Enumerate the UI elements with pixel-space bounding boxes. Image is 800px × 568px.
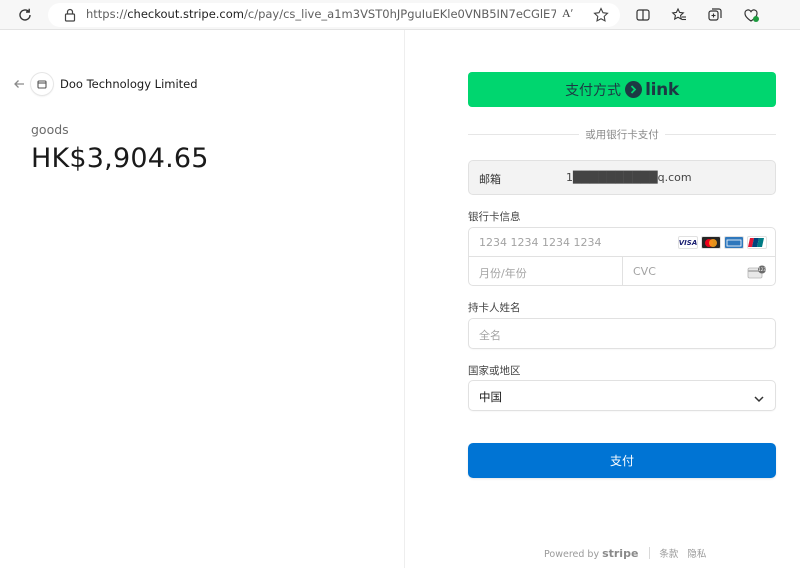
split-screen-icon[interactable] bbox=[634, 6, 652, 24]
privacy-link[interactable]: 隐私 bbox=[687, 546, 706, 560]
cardholder-label: 持卡人姓名 bbox=[468, 302, 521, 314]
visa-icon: VISA bbox=[678, 236, 698, 249]
card-info-label: 银行卡信息 bbox=[468, 211, 521, 223]
browser-essentials-icon[interactable] bbox=[742, 6, 760, 24]
product-name: goods bbox=[31, 122, 69, 137]
mastercard-icon bbox=[701, 236, 721, 249]
email-value: 1██████████q.com bbox=[566, 171, 692, 184]
or-divider-text: 或用银行卡支付 bbox=[579, 129, 665, 141]
amex-icon bbox=[724, 236, 744, 249]
chevron-down-icon bbox=[753, 390, 765, 403]
favorite-star-icon[interactable] bbox=[592, 6, 610, 24]
unionpay-icon bbox=[747, 236, 767, 249]
url-prefix: https:// bbox=[86, 7, 128, 21]
favorites-icon[interactable] bbox=[670, 6, 688, 24]
address-bar[interactable]: https://checkout.stripe.com/c/pay/cs_liv… bbox=[48, 3, 620, 27]
link-wordmark: link bbox=[645, 79, 679, 100]
powered-by-text: Powered by bbox=[544, 548, 600, 560]
link-chevron-icon bbox=[625, 81, 643, 98]
expiry-placeholder: 月份/年份 bbox=[479, 267, 527, 280]
country-select[interactable]: 中国 bbox=[468, 380, 776, 411]
collections-icon[interactable] bbox=[706, 6, 724, 24]
cardholder-name-input[interactable]: 全名 bbox=[468, 318, 776, 349]
country-label: 国家或地区 bbox=[468, 365, 521, 377]
svg-text:123: 123 bbox=[758, 267, 766, 272]
card-number-placeholder: 1234 1234 1234 1234 bbox=[479, 236, 602, 249]
footer: Powered by stripe 条款 隐私 bbox=[544, 546, 715, 561]
cardholder-placeholder: 全名 bbox=[479, 329, 501, 342]
link-logo: link bbox=[625, 80, 679, 100]
powered-by-stripe[interactable]: Powered by stripe bbox=[544, 547, 638, 560]
url-host: checkout.stripe.com bbox=[127, 7, 244, 21]
read-aloud-icon[interactable]: Aʹ bbox=[562, 6, 573, 21]
url-path: /c/pay/cs_live_a1m3VST0hJPguIuEKle0VNB5I… bbox=[244, 7, 556, 21]
pay-button-label: 支付 bbox=[609, 454, 634, 468]
reload-icon[interactable] bbox=[14, 5, 36, 25]
lock-icon[interactable] bbox=[62, 7, 78, 23]
card-number-field[interactable]: 1234 1234 1234 1234 VISA bbox=[469, 228, 775, 257]
footer-separator bbox=[649, 547, 651, 559]
email-label: 邮箱 bbox=[479, 173, 501, 186]
or-divider: 或用银行卡支付 bbox=[468, 127, 776, 141]
back-arrow-icon[interactable] bbox=[12, 76, 26, 90]
stripe-wordmark: stripe bbox=[602, 546, 639, 560]
merchant-name: Doo Technology Limited bbox=[60, 77, 198, 91]
cvc-card-icon: 123 bbox=[747, 264, 767, 279]
card-brands: VISA bbox=[678, 236, 767, 249]
merchant-logo-icon bbox=[31, 73, 53, 95]
total-amount: HK$3,904.65 bbox=[31, 143, 209, 174]
cvc-field[interactable]: CVC 123 bbox=[623, 257, 775, 286]
email-field[interactable]: 邮箱 1██████████q.com bbox=[468, 160, 776, 195]
payment-form-panel: 支付方式 link 或用银行卡支付 邮箱 1██████████q.com 银行… bbox=[405, 30, 800, 568]
url-text[interactable]: https://checkout.stripe.com/c/pay/cs_liv… bbox=[86, 7, 556, 21]
browser-toolbar: https://checkout.stripe.com/c/pay/cs_liv… bbox=[0, 0, 800, 30]
country-value: 中国 bbox=[479, 390, 502, 404]
order-summary-panel: Doo Technology Limited goods HK$3,904.65 bbox=[0, 30, 404, 568]
pay-button[interactable]: 支付 bbox=[468, 443, 776, 478]
cvc-placeholder: CVC bbox=[633, 265, 656, 278]
card-info-group: 1234 1234 1234 1234 VISA 月份/年份 CVC 123 bbox=[468, 227, 776, 286]
expiry-field[interactable]: 月份/年份 bbox=[469, 257, 623, 286]
pay-with-link-button[interactable]: 支付方式 link bbox=[468, 72, 776, 107]
terms-link[interactable]: 条款 bbox=[659, 546, 678, 560]
pay-with-link-label: 支付方式 bbox=[565, 82, 622, 99]
